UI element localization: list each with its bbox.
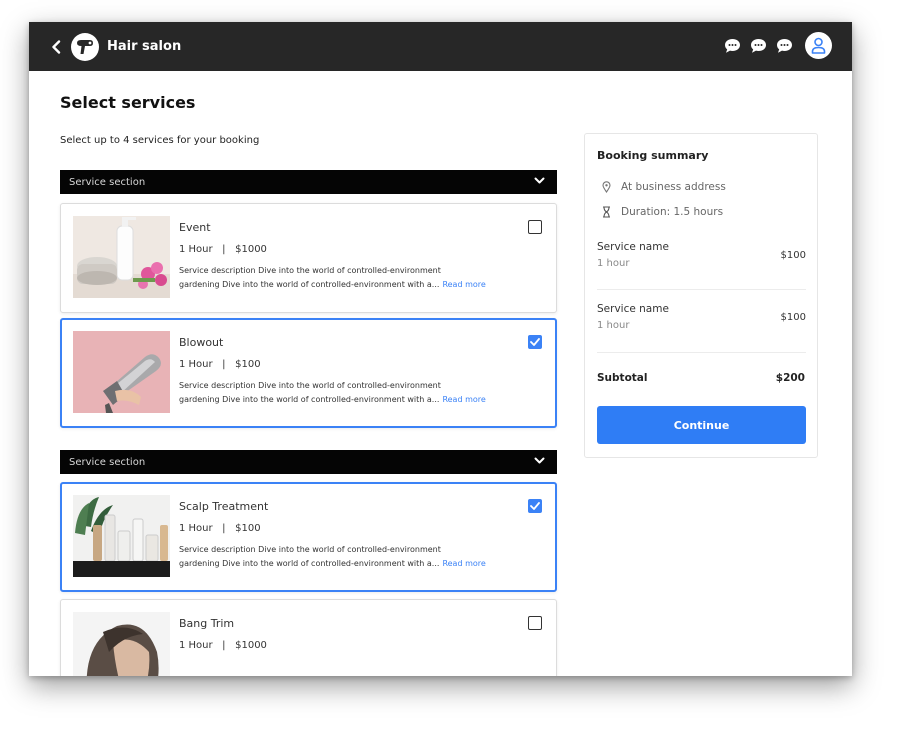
top-bar: Hair salon — [29, 22, 852, 71]
summary-service-item: Service name 1 hour $100 — [597, 303, 806, 331]
app-window: Hair salon Select services Select up to … — [29, 22, 852, 676]
service-duration: 1 Hour — [179, 640, 213, 651]
booking-summary-panel: Booking summary At business address Dura… — [584, 133, 818, 458]
service-section-header[interactable]: Service section — [60, 170, 557, 194]
service-image-bang-trim — [73, 612, 170, 676]
read-more-link[interactable]: Read more — [442, 557, 485, 571]
chat-bubble-icon — [776, 38, 792, 53]
page-title: Select services — [60, 93, 196, 112]
summary-service-name: Service name — [597, 241, 669, 253]
service-description: Service description Dive into the world … — [179, 264, 549, 292]
description-line: Service description Dive into the world … — [179, 266, 441, 275]
page-subtitle: Select up to 4 services for your booking — [60, 135, 260, 146]
summary-service-duration: 1 hour — [597, 320, 630, 331]
checkmark-icon — [530, 338, 540, 346]
description-line: gardening Dive into the world of control… — [179, 559, 440, 568]
summary-duration-text: Duration: 1.5 hours — [621, 206, 724, 218]
continue-button[interactable]: Continue — [597, 406, 806, 444]
service-duration: 1 Hour — [179, 244, 213, 255]
checkmark-icon — [530, 502, 540, 510]
service-description: Service description Dive into the world … — [179, 543, 549, 571]
chat-bubble-icon — [724, 38, 740, 53]
hair-dryer-icon — [77, 39, 93, 54]
summary-location-text: At business address — [621, 181, 726, 193]
summary-location: At business address — [601, 181, 726, 193]
service-image-event — [73, 216, 170, 298]
service-section-header[interactable]: Service section — [60, 450, 557, 474]
read-more-link[interactable]: Read more — [442, 278, 485, 292]
chat-button-3[interactable] — [775, 37, 793, 55]
meta-separator: | — [215, 640, 232, 651]
service-card-blowout[interactable]: Blowout 1 Hour | $100 Service descriptio… — [60, 318, 557, 428]
summary-service-item: Service name 1 hour $100 — [597, 241, 806, 269]
description-line: Service description Dive into the world … — [179, 381, 441, 390]
service-image-blowout — [73, 331, 170, 413]
section-label: Service section — [69, 176, 146, 188]
service-price: $100 — [235, 359, 261, 370]
chevron-left-icon — [52, 39, 61, 54]
service-checkbox[interactable] — [528, 616, 542, 630]
meta-separator: | — [215, 244, 232, 255]
hourglass-icon — [601, 206, 611, 218]
top-actions — [723, 32, 832, 59]
read-more-link[interactable]: Read more — [442, 393, 485, 407]
divider — [597, 289, 806, 290]
description-line: gardening Dive into the world of control… — [179, 395, 440, 404]
service-checkbox-checked[interactable] — [528, 499, 542, 513]
chat-button-2[interactable] — [749, 37, 767, 55]
back-button[interactable] — [51, 39, 65, 54]
service-meta: 1 Hour | $1000 — [179, 640, 267, 651]
description-line: Service description Dive into the world … — [179, 545, 441, 554]
subtotal-label: Subtotal — [597, 372, 648, 384]
chevron-down-icon — [534, 177, 545, 188]
service-checkbox-checked[interactable] — [528, 335, 542, 349]
service-price: $100 — [235, 523, 261, 534]
service-price: $1000 — [235, 244, 267, 255]
summary-service-name: Service name — [597, 303, 669, 315]
service-price: $1000 — [235, 640, 267, 651]
divider — [597, 352, 806, 353]
summary-service-price: $100 — [780, 312, 806, 323]
service-meta: 1 Hour | $100 — [179, 359, 261, 370]
description-line: gardening Dive into the world of control… — [179, 280, 440, 289]
summary-duration: Duration: 1.5 hours — [601, 206, 723, 218]
service-name: Event — [179, 221, 211, 234]
map-pin-icon — [601, 181, 611, 193]
chevron-down-icon — [534, 457, 545, 468]
meta-separator: | — [215, 359, 232, 370]
subtotal-value: $200 — [775, 372, 805, 384]
chat-button-1[interactable] — [723, 37, 741, 55]
chat-bubble-icon — [750, 38, 766, 53]
service-name: Blowout — [179, 336, 224, 349]
user-icon — [811, 37, 826, 54]
service-card-event[interactable]: Event 1 Hour | $1000 Service description… — [60, 203, 557, 313]
brand-logo — [71, 32, 99, 61]
service-image-scalp-treatment — [73, 495, 170, 577]
service-meta: 1 Hour | $100 — [179, 523, 261, 534]
service-name: Scalp Treatment — [179, 500, 269, 513]
summary-service-duration: 1 hour — [597, 258, 630, 269]
service-checkbox[interactable] — [528, 220, 542, 234]
user-avatar-button[interactable] — [805, 32, 832, 59]
summary-service-price: $100 — [780, 250, 806, 261]
service-name: Bang Trim — [179, 617, 235, 630]
service-description: Service description Dive into the world … — [179, 379, 549, 407]
booking-summary-title: Booking summary — [597, 149, 709, 162]
service-card-scalp-treatment[interactable]: Scalp Treatment 1 Hour | $100 Service de… — [60, 482, 557, 592]
meta-separator: | — [215, 523, 232, 534]
service-meta: 1 Hour | $1000 — [179, 244, 267, 255]
service-duration: 1 Hour — [179, 523, 213, 534]
service-card-bang-trim[interactable]: Bang Trim 1 Hour | $1000 — [60, 599, 557, 676]
service-duration: 1 Hour — [179, 359, 213, 370]
brand-name: Hair salon — [107, 39, 182, 54]
section-label: Service section — [69, 456, 146, 468]
